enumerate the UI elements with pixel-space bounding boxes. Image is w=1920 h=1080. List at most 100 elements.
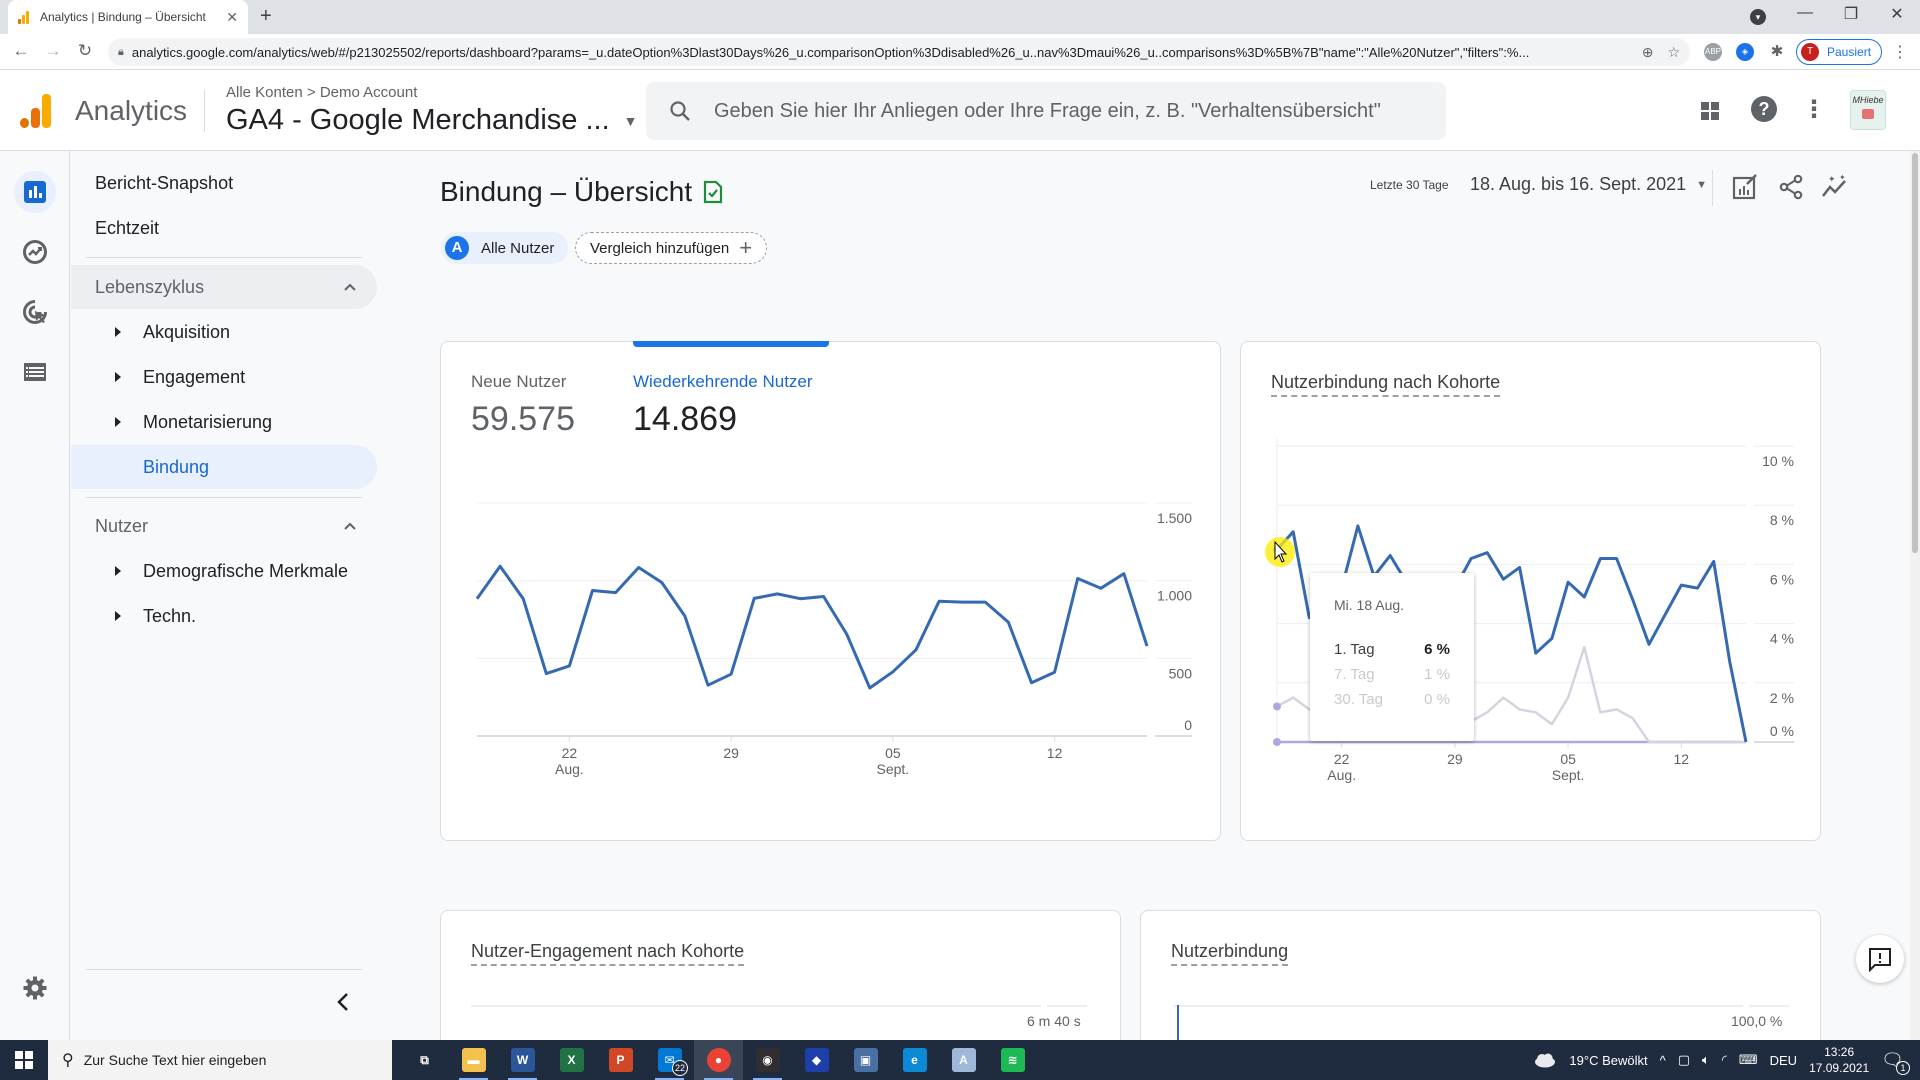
taskbar-app-word[interactable]: W <box>498 1040 547 1080</box>
windows-taskbar: ⚲ Zur Suche Text hier eingeben ⧉ ▬ W X P ✉ 22 ●… <box>0 1040 1920 1080</box>
taskbar-app-spotify[interactable]: ≋ <box>988 1040 1037 1080</box>
explore-icon[interactable] <box>14 231 56 273</box>
zoom-icon[interactable]: ⊕ <box>1642 44 1654 61</box>
sidebar-item-engagement[interactable]: Engagement <box>71 355 377 399</box>
scrollbar-thumb[interactable] <box>1912 153 1918 553</box>
sidebar-item-bindung[interactable]: Bindung <box>71 445 377 489</box>
configure-list-icon[interactable] <box>14 351 56 393</box>
network-icon[interactable]: ◜ <box>1722 1052 1727 1068</box>
sidebar-section-lebenszyklus[interactable]: Lebenszyklus <box>71 265 377 309</box>
language-indicator[interactable]: DEU <box>1770 1053 1797 1068</box>
taskbar-app-edge[interactable]: e <box>890 1040 939 1080</box>
insights-icon[interactable]: ✦ ✦ <box>1820 172 1850 202</box>
tab-close-icon[interactable]: ✕ <box>226 9 238 26</box>
segment-chip-alle-nutzer[interactable]: A Alle Nutzer <box>441 232 569 264</box>
tab-search-icon[interactable]: ▾ <box>1750 9 1766 25</box>
analytics-logo-icon[interactable] <box>20 94 52 128</box>
new-tab-button[interactable]: + <box>260 5 272 28</box>
sidebar-item-bericht-snapshot[interactable]: Bericht-Snapshot <box>71 161 377 205</box>
gridline <box>1047 1005 1087 1007</box>
gridline <box>471 1005 1041 1007</box>
close-window-button[interactable]: ✕ <box>1882 4 1912 24</box>
volume-icon[interactable]: 🔈︎ <box>1702 1052 1710 1068</box>
help-icon[interactable]: ? <box>1748 95 1780 127</box>
word-icon: W <box>510 1048 535 1072</box>
forward-icon[interactable]: → <box>42 41 64 61</box>
file-explorer-icon: ▬ <box>461 1048 486 1072</box>
returning-users-chart: 0 500 1.000 1.500 22Aug. 29 05Sept. 12 <box>475 502 1192 777</box>
sidebar-item-monetarisierung[interactable]: Monetarisierung <box>71 400 377 444</box>
taskbar-app-chrome[interactable]: ● <box>694 1040 743 1080</box>
verified-report-icon[interactable] <box>702 180 724 204</box>
browser-tab-strip: Analytics | Bindung – Übersicht ✕ + ▾ — … <box>0 0 1920 34</box>
sidebar-item-demografische-merkmale[interactable]: Demografische Merkmale <box>71 549 377 593</box>
property-name: GA4 - Google Merchandise ... <box>226 104 610 136</box>
reload-icon[interactable]: ↻ <box>74 41 96 61</box>
taskbar-app-mail[interactable]: ✉ 22 <box>645 1040 694 1080</box>
retention-card-title[interactable]: Nutzerbindung <box>1171 941 1289 966</box>
search-input[interactable]: Geben Sie hier Ihr Anliegen oder Ihre Fr… <box>646 82 1446 140</box>
sidebar-item-label: Akquisition <box>143 321 231 342</box>
clock[interactable]: 13:26 17.09.2021 <box>1809 1044 1869 1076</box>
back-icon[interactable]: ← <box>10 41 32 61</box>
sidebar-item-akquisition[interactable]: Akquisition <box>71 310 377 354</box>
cloud-icon <box>1535 1053 1556 1068</box>
action-center-button[interactable]: 🗨︎ 1 <box>1881 1050 1910 1075</box>
maximize-button[interactable]: ❐ <box>1836 4 1866 24</box>
show-hidden-icons-chevron[interactable]: ^ <box>1660 1053 1666 1068</box>
taskbar-app-app-image[interactable]: ▣ <box>841 1040 890 1080</box>
add-comparison-button[interactable]: Vergleich hinzufügen + <box>575 232 768 264</box>
feedback-button[interactable] <box>1856 935 1904 983</box>
chart-tooltip: Mi. 18 Aug. 1. Tag 6 % 7. Tag 1 % 30. Tag 0… <box>1310 573 1474 741</box>
sidebar-item-techn[interactable]: Techn. <box>71 594 377 638</box>
search-icon: ⚲ <box>62 1052 74 1069</box>
windows-start-button[interactable] <box>0 1040 48 1080</box>
sidebar-item-label: Bericht-Snapshot <box>95 172 234 193</box>
reports-icon[interactable] <box>14 171 56 213</box>
page-scrollbar[interactable] <box>1910 151 1920 1040</box>
search-placeholder: Geben Sie hier Ihr Anliegen oder Ihre Fr… <box>714 99 1381 122</box>
adblock-extension-icon[interactable]: ABP <box>1704 43 1722 61</box>
taskbar-app-powerpoint[interactable]: P <box>596 1040 645 1080</box>
taskbar-app-obs[interactable]: ◉ <box>743 1040 792 1080</box>
expand-arrow-icon <box>115 611 121 621</box>
share-icon[interactable] <box>1776 172 1806 202</box>
bookmark-star-icon[interactable]: ☆ <box>1667 44 1680 61</box>
date-range-picker[interactable]: 18. Aug. bis 16. Sept. 2021 ▼ <box>1470 174 1707 195</box>
taskbar-app-app-blue[interactable]: ◆ <box>792 1040 841 1080</box>
taskbar-search-input[interactable]: ⚲ Zur Suche Text hier eingeben <box>48 1040 392 1080</box>
svg-text:✦: ✦ <box>1839 173 1846 182</box>
collapse-sidebar-chevron-icon[interactable] <box>335 991 351 1013</box>
meet-now-icon[interactable]: ▢ <box>1678 1052 1690 1068</box>
minimize-button[interactable]: — <box>1790 4 1820 22</box>
property-selector[interactable]: GA4 - Google Merchandise ... ▼ <box>226 104 638 137</box>
advertising-icon[interactable] <box>14 291 56 333</box>
chrome-icon: ● <box>706 1048 731 1072</box>
taskbar-app-task-view[interactable]: ⧉ <box>400 1040 449 1080</box>
more-vert-icon[interactable]: ⋮ <box>1798 95 1830 127</box>
app-name: Analytics <box>75 95 188 126</box>
keyboard-icon[interactable]: ⌨ <box>1739 1052 1758 1068</box>
address-bar[interactable]: 🔒︎ analytics.google.com/analytics/web/#/… <box>108 38 1690 66</box>
sidebar-divider <box>86 969 362 970</box>
breadcrumb[interactable]: Alle Konten > Demo Account <box>226 84 417 101</box>
sidebar-section-nutzer[interactable]: Nutzer <box>71 504 377 548</box>
weather-text[interactable]: 19°C Bewölkt <box>1569 1053 1647 1068</box>
apps-grid-icon[interactable] <box>1694 95 1726 127</box>
account-avatar[interactable]: MHiebe <box>1850 90 1886 130</box>
taskbar-search-placeholder: Zur Suche Text hier eingeben <box>83 1052 267 1068</box>
taskbar-app-excel[interactable]: X <box>547 1040 596 1080</box>
engagement-card-title[interactable]: Nutzer-Engagement nach Kohorte <box>471 941 745 966</box>
browser-menu-icon[interactable]: ⋮ <box>1892 42 1908 62</box>
browser-tab[interactable]: Analytics | Bindung – Übersicht ✕ <box>8 0 248 34</box>
extensions-puzzle-icon[interactable]: ✱ <box>1768 43 1786 61</box>
sidebar-item-echtzeit[interactable]: Echtzeit <box>71 206 377 250</box>
browser-profile-button[interactable]: T Pausiert <box>1796 39 1882 65</box>
customize-report-icon[interactable] <box>1730 172 1760 202</box>
taskbar-apps: ⧉ ▬ W X P ✉ 22 ● ◉ ◆ ▣ e A ≋ <box>400 1040 1037 1080</box>
tag-extension-icon[interactable]: ◈ <box>1736 43 1754 61</box>
settings-gear-icon[interactable] <box>14 967 56 1009</box>
taskbar-app-file-explorer[interactable]: ▬ <box>449 1040 498 1080</box>
x-tick-label: 29 <box>1447 751 1463 767</box>
taskbar-app-notepad[interactable]: A <box>939 1040 988 1080</box>
